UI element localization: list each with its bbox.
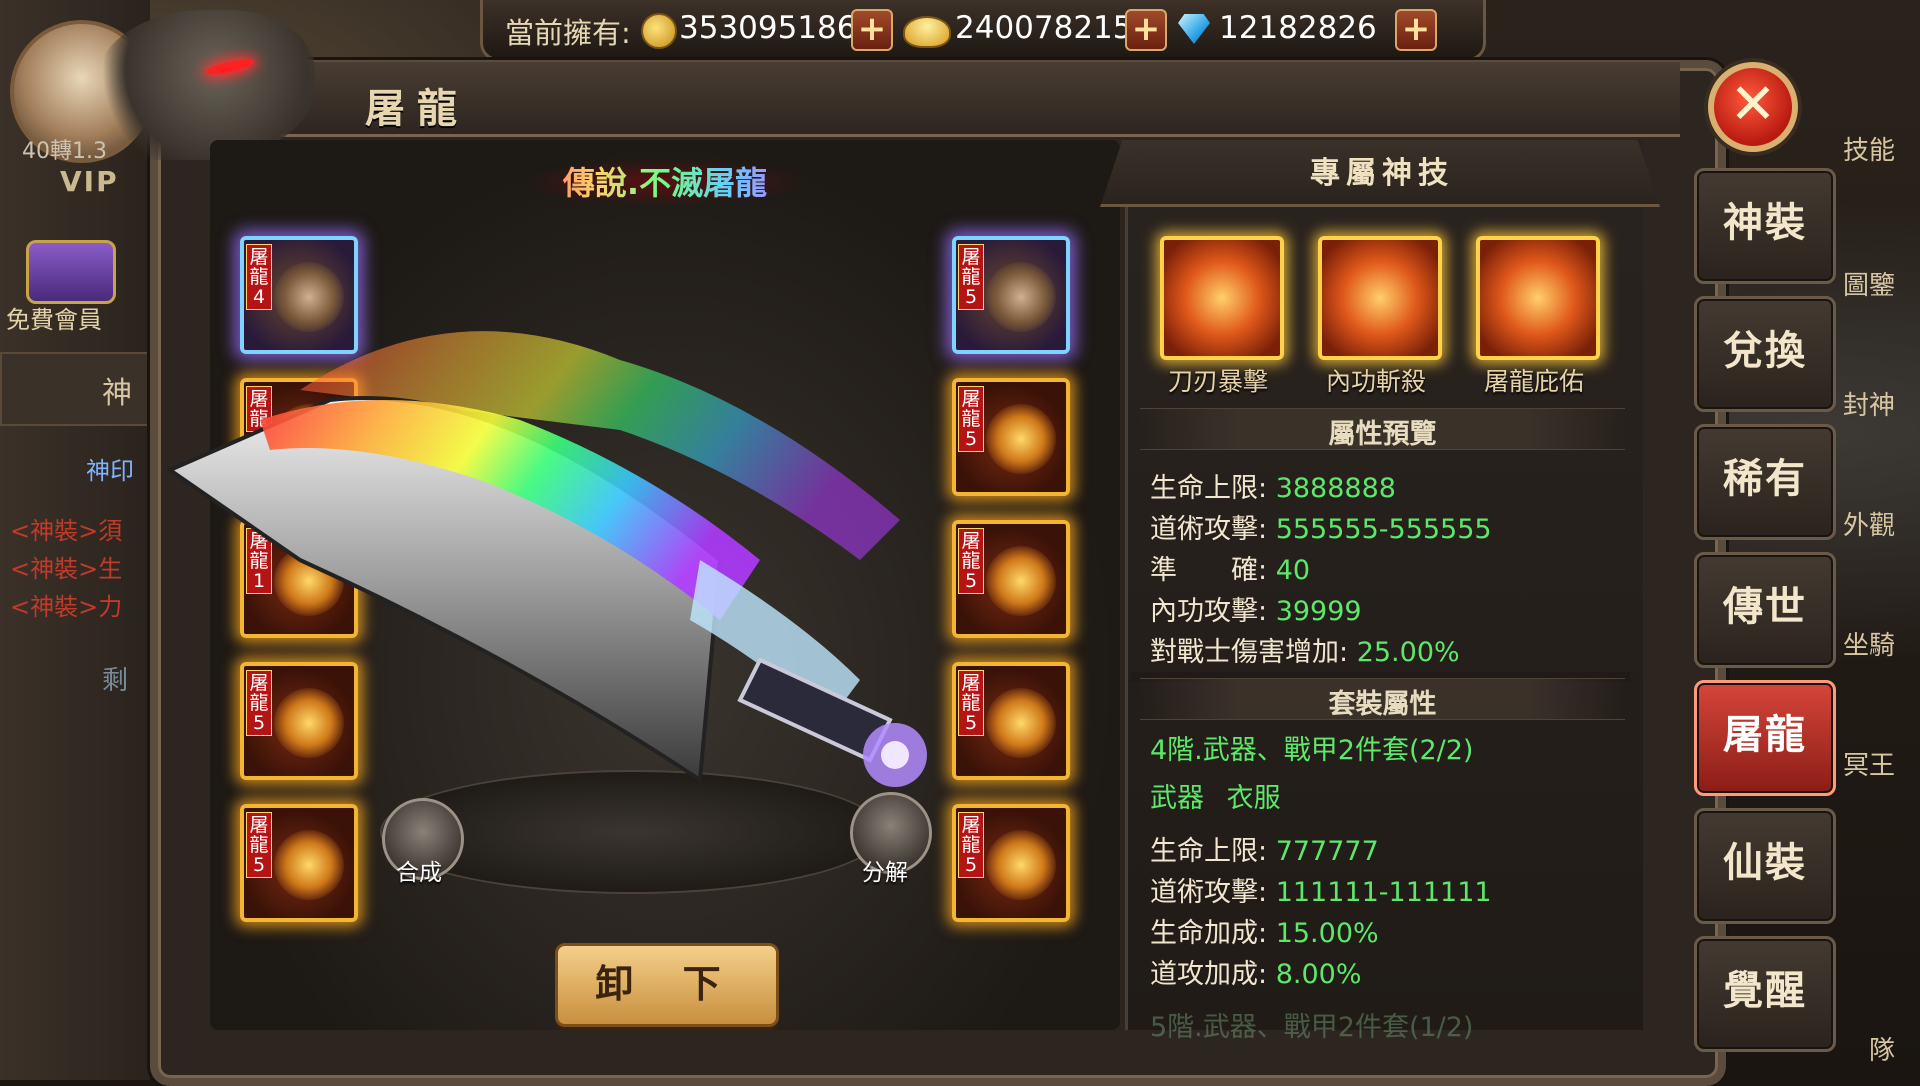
skill-label: 內功斬殺 — [1325, 367, 1426, 396]
tab-divine-gear[interactable]: 神裝 — [1694, 168, 1836, 284]
slot-left-4[interactable]: 屠龍 5 — [240, 662, 358, 780]
set-stat-row: 生命上限: 777777 — [1150, 836, 1379, 867]
armor-icon — [274, 404, 344, 474]
quest-item[interactable]: <神裝>力 — [10, 588, 122, 626]
close-button[interactable]: ✕ — [1708, 62, 1798, 152]
belt-icon — [986, 688, 1056, 758]
set-pieces: 武器 衣服 — [1150, 783, 1281, 814]
stat-row: 對戰士傷害增加: 25.00% — [1150, 637, 1460, 668]
codex-menu-label[interactable]: 圖鑒 — [1843, 265, 1895, 302]
slot-tag: 屠龍 5 — [246, 812, 272, 878]
skill-inner-slay[interactable] — [1318, 236, 1442, 360]
charm-icon — [986, 546, 1056, 616]
tab-immortal-gear[interactable]: 仙裝 — [1694, 808, 1836, 924]
currency-label: 當前擁有: — [505, 16, 631, 50]
set-name: 4階.武器、戰甲2件套(2/2) — [1150, 735, 1474, 766]
slot-tag: 屠龍 4 — [246, 244, 272, 310]
background-side-tab: 神 — [0, 352, 149, 426]
stat-row: 道術攻擊: 555555-555555 — [1150, 514, 1492, 545]
set-stat-row: 道術攻擊: 111111-111111 — [1150, 877, 1492, 908]
tab-exchange[interactable]: 兌換 — [1694, 296, 1836, 412]
add-diamonds-button[interactable]: + — [1395, 9, 1437, 51]
shenyin-link[interactable]: 神印 — [86, 451, 134, 486]
quest-item[interactable]: <神裝>須 — [10, 512, 122, 550]
exclusive-skills-title: 專屬神技 — [1310, 156, 1454, 191]
stat-row: 內功攻擊: 39999 — [1150, 596, 1362, 627]
slot-right-3[interactable]: 屠龍 5 — [952, 520, 1070, 638]
currency-bar: 當前擁有: 353095186 + 2400782159 + 12182826 … — [480, 0, 1486, 61]
slot-right-1[interactable]: 屠龍 5 — [952, 236, 1070, 354]
slot-tag: 屠龍 5 — [958, 812, 984, 878]
diamond-amount: 12182826 — [1219, 10, 1377, 46]
helmet-icon — [986, 262, 1056, 332]
slot-left-1[interactable]: 屠龍 4 — [240, 236, 358, 354]
coin-icon — [641, 13, 677, 49]
slot-right-2[interactable]: 屠龍 5 — [952, 378, 1070, 496]
skill-dragon-blessing[interactable] — [1476, 236, 1600, 360]
tab-awakening[interactable]: 覺醒 — [1694, 936, 1836, 1052]
window-title: 屠龍 — [365, 86, 469, 132]
coin-amount: 353095186 — [679, 10, 857, 46]
slot-tag: 屠龍 5 — [246, 670, 272, 736]
attribute-preview-title: 屬性預覽 — [1328, 419, 1437, 450]
background-quest-list: <神裝>須 <神裝>生 <神裝>力 — [10, 512, 122, 626]
equipment-name: 傳說.不滅屠龍 — [530, 158, 800, 204]
slot-right-5[interactable]: 屠龍 5 — [952, 804, 1070, 922]
gold-ingot-icon — [903, 16, 951, 48]
mount-menu-label[interactable]: 坐騎 — [1843, 625, 1895, 662]
dragon-head-ornament — [95, 10, 315, 160]
slot-left-5[interactable]: 屠龍 5 — [240, 804, 358, 922]
necklace-icon — [274, 546, 344, 616]
bracelet-icon — [274, 688, 344, 758]
stat-row: 生命上限: 3888888 — [1150, 473, 1396, 504]
decompose-label: 分解 — [862, 860, 908, 886]
set-stat-row: 道攻加成: 8.00% — [1150, 959, 1362, 990]
skill-label: 刀刃暴擊 — [1167, 367, 1268, 396]
vip-badge[interactable]: VIP — [60, 165, 119, 198]
set-stat-row: 生命加成: 15.00% — [1150, 918, 1379, 949]
skill-blade-crit[interactable] — [1160, 236, 1284, 360]
slot-tag: 屠龍 5 — [958, 528, 984, 594]
add-ingots-button[interactable]: + — [1125, 9, 1167, 51]
slot-tag: 屠龍 5 — [958, 244, 984, 310]
set-attribute-title: 套裝屬性 — [1328, 689, 1437, 720]
skill-label: 屠龍庇佑 — [1483, 367, 1584, 396]
background-side-tab-label: 神 — [102, 376, 132, 411]
slot-tag: 屠龍 5 — [958, 386, 984, 452]
add-coins-button[interactable]: + — [851, 9, 893, 51]
member-label: 免費會員 — [6, 306, 102, 334]
appearance-menu-label[interactable]: 外觀 — [1843, 505, 1895, 542]
tab-dragon-slayer[interactable]: 屠龍 — [1694, 680, 1836, 796]
slot-right-4[interactable]: 屠龍 5 — [952, 662, 1070, 780]
ring-icon — [274, 830, 344, 900]
hades-menu-label[interactable]: 冥王 — [1843, 745, 1895, 782]
stat-row: 準 確: 40 — [1150, 555, 1311, 586]
player-level: 40轉1.3 — [22, 139, 107, 164]
medal-icon — [986, 404, 1056, 474]
weapon-icon — [274, 262, 344, 332]
team-menu-label[interactable]: 隊 — [1869, 1030, 1895, 1067]
background-side-text: 剩 — [102, 666, 129, 696]
tab-heirloom[interactable]: 傳世 — [1694, 552, 1836, 668]
tab-rare[interactable]: 稀有 — [1694, 424, 1836, 540]
slot-tag: 屠龍 1 — [246, 528, 272, 594]
unequip-button[interactable]: 卸 下 — [555, 943, 779, 1027]
skill-menu-label[interactable]: 技能 — [1843, 130, 1895, 167]
ingot-amount: 2400782159 — [955, 10, 1153, 46]
slot-tag: 屠龍 — [246, 386, 272, 432]
diamond-icon — [1178, 14, 1210, 44]
next-set-row: 5階.武器、戰甲2件套(1/2) — [1150, 1012, 1474, 1043]
slot-left-3[interactable]: 屠龍 1 — [240, 520, 358, 638]
slot-left-2[interactable]: 屠龍 — [240, 378, 358, 496]
fengshen-menu-label[interactable]: 封神 — [1843, 385, 1895, 422]
compose-label: 合成 — [396, 860, 442, 886]
boots-icon — [986, 830, 1056, 900]
quest-item[interactable]: <神裝>生 — [10, 550, 122, 588]
slot-tag: 屠龍 5 — [958, 670, 984, 736]
